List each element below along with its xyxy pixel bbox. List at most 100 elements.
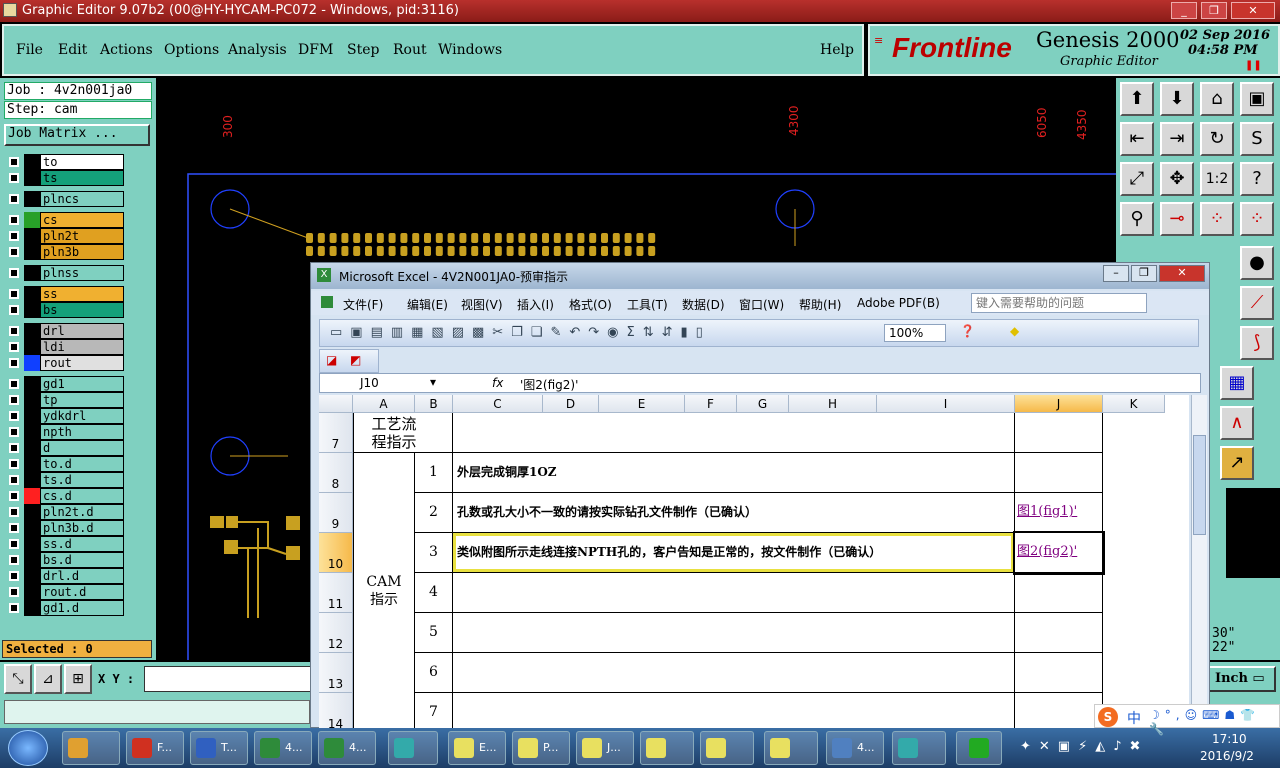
menu-step[interactable]: Step — [347, 42, 379, 58]
row-header[interactable]: 8 — [319, 453, 353, 493]
item-text-cell[interactable]: 孔数或孔大小不一致的请按实际钻孔文件制作（已确认） — [453, 493, 1015, 533]
taskbar-item[interactable] — [388, 731, 438, 765]
layer-name[interactable]: pln2t — [40, 228, 124, 244]
item-ref-cell[interactable] — [1015, 693, 1103, 729]
excel-minimize-button[interactable]: – — [1103, 265, 1129, 282]
layer-name[interactable]: plnss — [40, 265, 124, 281]
resize-icon[interactable]: ⤡ — [4, 664, 32, 694]
item-ref-cell[interactable] — [1015, 573, 1103, 613]
taskbar-item[interactable] — [62, 731, 120, 765]
taskbar-item[interactable]: J... — [576, 731, 634, 765]
layer-name[interactable]: tp — [40, 392, 124, 408]
maximize-button[interactable]: ❐ — [1201, 2, 1227, 19]
tool-scale-icon[interactable]: 1:2 — [1200, 162, 1234, 196]
layer-name[interactable]: pln3b.d — [40, 520, 124, 536]
layer-checkbox[interactable] — [9, 507, 19, 517]
tool-arc-icon[interactable]: ⟆ — [1240, 326, 1274, 360]
layer-checkbox[interactable] — [9, 173, 19, 183]
tool-left-icon[interactable]: ⇤ — [1120, 122, 1154, 156]
name-box[interactable]: J10 — [360, 376, 379, 390]
layer-checkbox[interactable] — [9, 157, 19, 167]
layer-checkbox[interactable] — [9, 215, 19, 225]
row-header[interactable]: 11 — [319, 573, 353, 613]
item-number-cell[interactable]: 3 — [415, 533, 453, 573]
tray-icons[interactable]: ✦✕▣⚡◭♪✖ — [1020, 739, 1148, 754]
spreadsheet-grid[interactable]: A B C D E F G H I J K 7 8 9 10 11 12 13 14 工艺流程指示 CAM指示 1 外层完成… — [319, 395, 1189, 729]
figure-link[interactable]: 图1(fig1)' — [1017, 504, 1077, 519]
tool-probe-icon[interactable]: ⊸ — [1160, 202, 1194, 236]
cam-section-cell[interactable]: CAM指示 — [353, 453, 415, 729]
layer-row-ts-d[interactable]: ts.d — [6, 472, 124, 488]
column-header[interactable]: C — [453, 395, 543, 413]
xy-input[interactable] — [144, 666, 312, 692]
layer-checkbox[interactable] — [9, 587, 19, 597]
layer-checkbox[interactable] — [9, 571, 19, 581]
layer-row-ts[interactable]: ts — [6, 170, 124, 186]
layer-row-rout-d[interactable]: rout.d — [6, 584, 124, 600]
layer-name[interactable]: to.d — [40, 456, 124, 472]
excel-menu-view[interactable]: 视图(V) — [461, 296, 503, 313]
layer-checkbox[interactable] — [9, 305, 19, 315]
layer-checkbox[interactable] — [9, 603, 19, 613]
layer-checkbox[interactable] — [9, 395, 19, 405]
layer-checkbox[interactable] — [9, 443, 19, 453]
taskbar-item[interactable] — [892, 731, 946, 765]
taskbar-item[interactable]: 4... — [254, 731, 312, 765]
tool-rotate-icon[interactable]: ↻ — [1200, 122, 1234, 156]
tool-net-icon[interactable]: ⁘ — [1200, 202, 1234, 236]
layer-checkbox[interactable] — [9, 358, 19, 368]
layer-name[interactable]: gd1 — [40, 376, 124, 392]
taskbar-item[interactable]: E... — [448, 731, 506, 765]
excel-menu-window[interactable]: 窗口(W) — [739, 296, 784, 313]
layer-checkbox[interactable] — [9, 491, 19, 501]
item-number-cell[interactable]: 4 — [415, 573, 453, 613]
tool-up-icon[interactable]: ⬆ — [1120, 82, 1154, 116]
layer-name[interactable]: drl.d — [40, 568, 124, 584]
item-number-cell[interactable]: 7 — [415, 693, 453, 729]
layer-row-plnss[interactable]: plnss — [6, 265, 124, 281]
layer-row-ydkdrl[interactable]: ydkdrl — [6, 408, 124, 424]
column-header[interactable]: K — [1103, 395, 1165, 413]
layer-row-gd1[interactable]: gd1 — [6, 376, 124, 392]
layer-checkbox[interactable] — [9, 247, 19, 257]
layer-row-drl-d[interactable]: drl.d — [6, 568, 124, 584]
menu-file[interactable]: File — [16, 42, 43, 58]
tool-route-icon[interactable]: ↗ — [1220, 446, 1254, 480]
item-text-cell[interactable] — [453, 573, 1015, 613]
layer-row-cs[interactable]: cs — [6, 212, 124, 228]
column-header[interactable]: E — [599, 395, 685, 413]
layer-checkbox[interactable] — [9, 459, 19, 469]
layer-name[interactable]: pln3b — [40, 244, 124, 260]
layer-name[interactable]: rout.d — [40, 584, 124, 600]
process-header-cell[interactable]: 工艺流程指示 — [353, 413, 453, 453]
item-ref-cell[interactable] — [1015, 613, 1103, 653]
tool-zoom-fit-icon[interactable]: ⤢ — [1120, 162, 1154, 196]
tool-window-icon[interactable]: ▣ — [1240, 82, 1274, 116]
item-ref-cell[interactable]: 图2(fig2)' — [1013, 531, 1105, 575]
layer-checkbox[interactable] — [9, 289, 19, 299]
layer-row-ss-d[interactable]: ss.d — [6, 536, 124, 552]
layer-row-ss[interactable]: ss — [6, 286, 124, 302]
taskbar-item[interactable] — [700, 731, 754, 765]
excel-menu-data[interactable]: 数据(D) — [682, 296, 725, 313]
excel-menu-edit[interactable]: 编辑(E) — [407, 296, 448, 313]
vertical-scrollbar[interactable] — [1191, 395, 1207, 729]
ime-toolbar[interactable]: S 中 ☽°,☺⌨☗👕🔧 — [1094, 704, 1280, 736]
layer-row-drl[interactable]: drl — [6, 323, 124, 339]
layer-name[interactable]: ts — [40, 170, 124, 186]
zoom-select[interactable]: 100% — [884, 324, 946, 342]
toolbar-icons[interactable]: ▭▣▤▥▦▧▨▩✂❐❏✎↶↷◉Σ⇅⇵▮▯ — [330, 325, 711, 340]
layer-row-bs[interactable]: bs — [6, 302, 124, 318]
column-header[interactable]: H — [789, 395, 877, 413]
layer-checkbox[interactable] — [9, 231, 19, 241]
layer-name[interactable]: pln2t.d — [40, 504, 124, 520]
column-header[interactable]: J — [1015, 395, 1103, 413]
layer-row-pln2t-d[interactable]: pln2t.d — [6, 504, 124, 520]
layer-name[interactable]: d — [40, 440, 124, 456]
name-box-dropdown-icon[interactable]: ▾ — [430, 375, 436, 389]
start-button[interactable] — [8, 730, 48, 766]
layer-checkbox[interactable] — [9, 268, 19, 278]
excel-maximize-button[interactable]: ❐ — [1131, 265, 1157, 282]
help-icon[interactable]: ❓ — [960, 324, 975, 338]
column-header[interactable]: D — [543, 395, 599, 413]
